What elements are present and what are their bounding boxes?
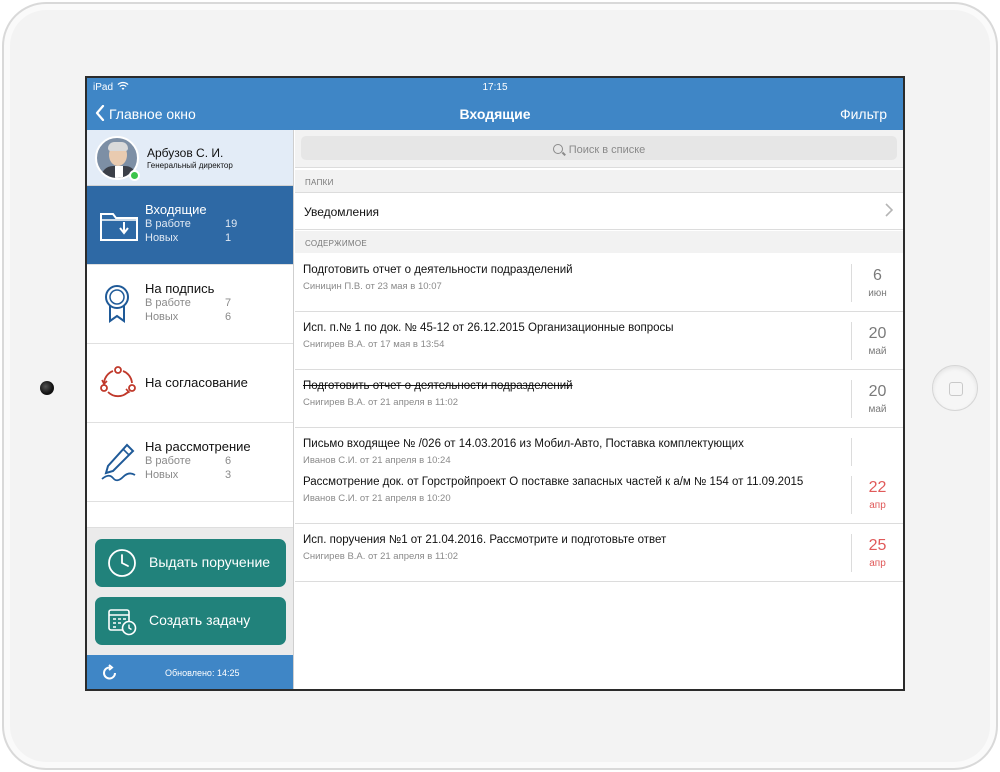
document-meta: Иванов С.И. от 21 апреля в 10:20 xyxy=(303,493,451,504)
due-month: май xyxy=(868,404,887,415)
document-meta: Синицин П.В. от 23 мая в 10:07 xyxy=(303,281,442,292)
home-button[interactable] xyxy=(932,365,978,411)
stat-new: Новых 6 xyxy=(145,311,232,323)
page-title: Входящие xyxy=(459,106,531,122)
stat-in-work: В работе 19 xyxy=(145,218,238,230)
status-time: 17:15 xyxy=(482,82,508,93)
cycle-arrows-icon xyxy=(99,362,139,404)
status-bar: iPad 17:15 xyxy=(87,78,903,98)
calendar-clock-icon xyxy=(107,606,137,636)
document-meta: Снигирев В.А. от 21 апреля в 11:02 xyxy=(303,397,459,408)
folder-inbox-icon xyxy=(99,204,139,246)
sidebar: Арбузов С. И. Генеральный директор Входя… xyxy=(87,130,294,689)
issue-order-label: Выдать поручение xyxy=(149,554,271,570)
pen-sign-icon xyxy=(99,441,139,483)
document-row[interactable]: Рассмотрение док. от Горстройпроект О по… xyxy=(295,466,903,524)
due-month: май xyxy=(868,346,887,357)
create-task-button[interactable]: Создать задачу xyxy=(95,597,286,645)
chevron-right-icon xyxy=(885,203,894,220)
section-header-content: СОДЕРЖИМОЕ xyxy=(295,231,903,253)
front-camera xyxy=(40,381,54,395)
last-updated: Обновлено: 14:25 xyxy=(165,668,240,678)
issue-order-button[interactable]: Выдать поручение xyxy=(95,539,286,587)
document-title: Подготовить отчет о деятельности подразд… xyxy=(303,264,573,276)
folder-label: Уведомления xyxy=(304,205,380,219)
folder-item-notifications[interactable]: Уведомления xyxy=(295,192,903,230)
sidebar-item-approval[interactable]: На согласование xyxy=(87,344,293,423)
navigation-bar: Главное окно Входящие Фильтр xyxy=(87,98,903,130)
sidebar-item-incoming[interactable]: Входящие В работе 19 Новых 1 xyxy=(87,186,293,265)
sidebar-item-label: Входящие xyxy=(145,202,207,217)
document-meta: Снигирев В.А. от 21 апреля в 11:02 xyxy=(303,551,459,562)
section-header-folders: ПАПКИ xyxy=(295,170,903,192)
quick-actions: Выдать поручение Создать задачу xyxy=(87,527,293,655)
user-profile[interactable]: Арбузов С. И. Генеральный директор xyxy=(87,130,293,186)
stat-in-work: В работе 6 xyxy=(145,455,232,467)
user-role: Генеральный директор xyxy=(147,161,233,170)
document-title: Подготовить отчет о деятельности подразд… xyxy=(303,380,573,392)
sidebar-item-review[interactable]: На рассмотрение В работе 6 Новых 3 xyxy=(87,423,293,502)
award-ribbon-icon xyxy=(99,283,139,325)
sidebar-item-label: На подпись xyxy=(145,281,215,296)
search-bar: Поиск в списке xyxy=(295,130,903,168)
main-content: Поиск в списке ПАПКИ Уведомления СОДЕРЖИ… xyxy=(295,130,903,689)
due-day: 6 xyxy=(873,267,882,284)
due-day: 25 xyxy=(868,537,887,554)
sync-bar: Обновлено: 14:25 xyxy=(87,655,293,689)
app-screen: iPad 17:15 Главное окно Входящие Фильтр … xyxy=(85,76,905,691)
search-icon xyxy=(552,144,563,154)
clock-icon xyxy=(107,548,137,578)
document-meta: Снигирев В.А. от 17 мая в 13:54 xyxy=(303,339,445,350)
document-title: Письмо входящее № /026 от 14.03.2016 из … xyxy=(303,438,744,450)
due-day: 20 xyxy=(868,325,887,342)
stat-new: Новых 1 xyxy=(145,232,232,244)
refresh-icon[interactable] xyxy=(101,664,119,682)
user-name: Арбузов С. И. xyxy=(147,146,224,160)
document-title: Рассмотрение док. от Горстройпроект О по… xyxy=(303,476,804,488)
document-meta: Иванов С.И. от 21 апреля в 10:24 xyxy=(303,455,451,466)
create-task-label: Создать задачу xyxy=(149,612,251,628)
sidebar-item-label: На согласование xyxy=(145,375,248,390)
sidebar-item-signature[interactable]: На подпись В работе 7 Новых 6 xyxy=(87,265,293,344)
document-row[interactable]: Исп. п.№ 1 по док. № 45-12 от 26.12.2015… xyxy=(295,312,903,370)
search-placeholder: Поиск в списке xyxy=(295,143,903,156)
document-row[interactable]: Подготовить отчет о деятельности подразд… xyxy=(295,254,903,312)
due-month: июн xyxy=(868,288,887,299)
document-row[interactable]: Подготовить отчет о деятельности подразд… xyxy=(295,370,903,428)
due-month: апр xyxy=(869,500,886,511)
document-title: Исп. поручения №1 от 21.04.2016. Рассмот… xyxy=(303,534,667,546)
due-month: апр xyxy=(869,558,886,569)
online-status-badge xyxy=(129,170,140,181)
stat-in-work: В работе 7 xyxy=(145,297,232,309)
sidebar-item-label: На рассмотрение xyxy=(145,439,251,454)
document-row[interactable]: Исп. поручения №1 от 21.04.2016. Рассмот… xyxy=(295,524,903,582)
filter-button[interactable]: Фильтр xyxy=(840,106,887,122)
due-day: 20 xyxy=(868,383,887,400)
due-day: 22 xyxy=(868,479,887,496)
document-title: Исп. п.№ 1 по док. № 45-12 от 26.12.2015… xyxy=(303,322,674,334)
stat-new: Новых 3 xyxy=(145,469,232,481)
